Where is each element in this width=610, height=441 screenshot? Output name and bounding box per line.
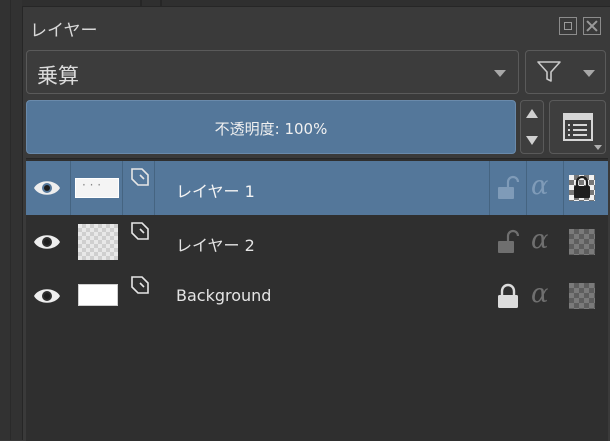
opacity-spinner[interactable] <box>520 100 544 154</box>
layer-properties-button[interactable] <box>549 100 606 154</box>
column-divider <box>122 161 123 215</box>
opacity-label: 不透明度: 100% <box>214 120 328 138</box>
layer-row[interactable]: Background α <box>26 269 608 323</box>
alpha-lock-icon[interactable]: α <box>531 279 549 309</box>
layer-thumbnail <box>78 224 118 260</box>
docker-title: レイヤー <box>30 21 98 41</box>
layer-filter-button[interactable] <box>525 50 606 94</box>
chevron-down-icon <box>594 145 602 150</box>
opacity-slider[interactable]: 不透明度: 100% <box>26 100 516 154</box>
chevron-down-icon <box>583 70 595 77</box>
column-divider <box>489 161 490 215</box>
float-icon[interactable] <box>559 17 577 35</box>
paint-layer-icon <box>130 221 150 245</box>
eye-icon[interactable] <box>32 282 62 310</box>
column-divider <box>70 161 71 215</box>
unlocked-icon[interactable] <box>496 175 520 205</box>
tab-separator <box>140 0 142 6</box>
layer-list[interactable]: レイヤー 1 α レイヤー 2 α Back <box>26 158 608 441</box>
inherit-alpha-icon[interactable] <box>569 283 595 309</box>
layer-thumbnail <box>78 284 118 306</box>
paint-layer-icon <box>130 275 150 299</box>
filter-icon <box>537 61 561 82</box>
alpha-lock-icon[interactable]: α <box>531 225 549 255</box>
layer-thumbnail <box>75 178 119 198</box>
column-divider <box>154 161 155 215</box>
alpha-lock-icon[interactable]: α <box>531 171 549 201</box>
chevron-down-icon <box>494 70 506 77</box>
layer-name[interactable]: Background <box>176 286 271 305</box>
lock-icon[interactable] <box>496 283 520 313</box>
paint-layer-icon <box>130 167 150 191</box>
top-tab-strip <box>22 0 610 7</box>
dock-divider <box>10 0 11 440</box>
eye-icon[interactable] <box>32 174 62 202</box>
layer-name[interactable]: レイヤー 1 <box>176 178 255 202</box>
column-divider <box>526 161 527 215</box>
eye-icon[interactable] <box>32 228 62 256</box>
spin-down-icon[interactable] <box>526 136 538 145</box>
blend-mode-dropdown[interactable]: 乗算 <box>26 50 519 94</box>
blend-mode-value: 乗算 <box>37 64 79 88</box>
lock-icon <box>574 175 590 198</box>
properties-icon <box>563 113 593 141</box>
layer-name[interactable]: レイヤー 2 <box>176 232 255 256</box>
close-icon[interactable] <box>583 17 601 35</box>
inherit-alpha-icon[interactable] <box>569 229 595 255</box>
column-divider <box>563 161 564 215</box>
layer-row[interactable]: レイヤー 2 α <box>26 215 608 269</box>
tab-separator <box>160 0 162 6</box>
spin-up-icon[interactable] <box>526 109 538 118</box>
left-dock-strip <box>0 0 23 440</box>
unlocked-icon[interactable] <box>496 229 520 259</box>
layer-row[interactable]: レイヤー 1 α <box>26 161 608 215</box>
